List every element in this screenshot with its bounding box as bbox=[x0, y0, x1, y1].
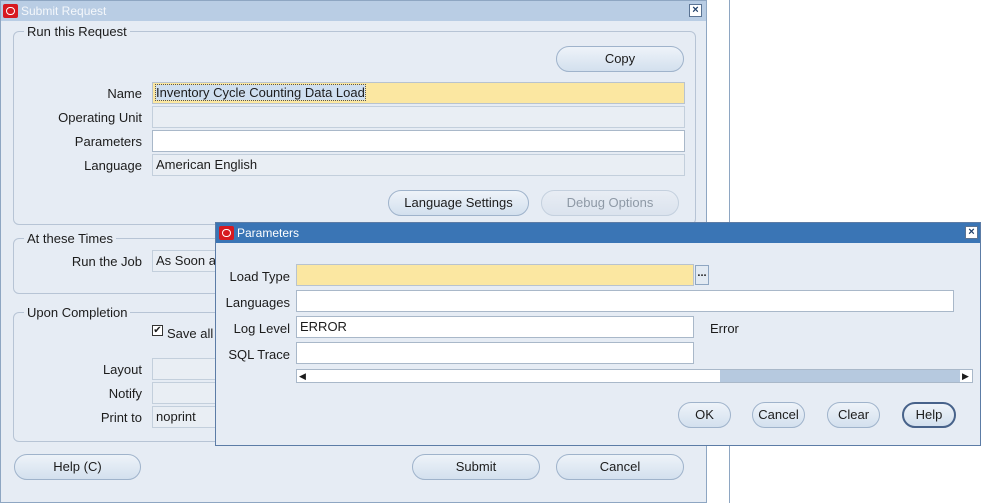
run-request-group-title: Run this Request bbox=[24, 24, 130, 39]
languages-label: Languages bbox=[225, 295, 290, 310]
debug-options-button[interactable]: Debug Options bbox=[541, 190, 679, 216]
name-field[interactable]: Inventory Cycle Counting Data Load bbox=[152, 82, 685, 104]
name-label: Name bbox=[107, 86, 142, 101]
close-icon[interactable]: × bbox=[689, 4, 702, 17]
background-divider-lower bbox=[729, 446, 730, 503]
params-help-button[interactable]: Help bbox=[902, 402, 956, 428]
copy-button[interactable]: Copy bbox=[556, 46, 684, 72]
ok-button[interactable]: OK bbox=[678, 402, 731, 428]
load-type-label: Load Type bbox=[229, 269, 290, 284]
parameters-window: Parameters × Load Type ... Languages Log… bbox=[215, 222, 981, 446]
background-divider bbox=[729, 0, 730, 222]
load-type-field[interactable] bbox=[296, 264, 694, 286]
completion-group-title: Upon Completion bbox=[24, 305, 131, 320]
log-level-description: Error bbox=[710, 321, 739, 336]
lov-ellipsis-icon[interactable]: ... bbox=[695, 265, 709, 285]
log-level-label: Log Level bbox=[233, 321, 290, 336]
oracle-logo-icon bbox=[3, 4, 18, 18]
help-button[interactable]: Help (C) bbox=[14, 454, 141, 480]
sql-trace-label: SQL Trace bbox=[228, 347, 290, 362]
submit-request-title: Submit Request bbox=[21, 4, 107, 18]
clear-button[interactable]: Clear bbox=[827, 402, 880, 428]
languages-field[interactable] bbox=[296, 290, 954, 312]
save-all-checkbox[interactable]: ✔ bbox=[152, 325, 163, 336]
save-all-label: Save all bbox=[167, 326, 214, 341]
name-field-value: Inventory Cycle Counting Data Load bbox=[155, 84, 366, 101]
run-job-label: Run the Job bbox=[71, 254, 142, 269]
submit-request-titlebar[interactable]: Submit Request × bbox=[1, 1, 706, 21]
scroll-thumb[interactable] bbox=[720, 370, 960, 382]
parameters-label: Parameters bbox=[74, 134, 142, 149]
close-icon[interactable]: × bbox=[965, 226, 978, 239]
times-group-title: At these Times bbox=[24, 231, 116, 246]
cancel-button[interactable]: Cancel bbox=[556, 454, 684, 480]
operating-unit-label: Operating Unit bbox=[58, 110, 142, 125]
operating-unit-field[interactable] bbox=[152, 106, 685, 128]
horizontal-scrollbar[interactable]: ◀ ▶ bbox=[296, 369, 973, 383]
notify-label: Notify bbox=[108, 386, 142, 401]
parameters-field[interactable] bbox=[152, 130, 685, 152]
language-settings-button[interactable]: Language Settings bbox=[388, 190, 529, 216]
language-label: Language bbox=[84, 158, 142, 173]
scroll-right-icon[interactable]: ▶ bbox=[962, 370, 969, 382]
params-cancel-button[interactable]: Cancel bbox=[752, 402, 805, 428]
print-to-label: Print to bbox=[100, 410, 142, 425]
layout-label: Layout bbox=[102, 362, 142, 377]
oracle-logo-icon bbox=[219, 226, 234, 240]
sql-trace-field[interactable] bbox=[296, 342, 694, 364]
submit-button[interactable]: Submit bbox=[412, 454, 540, 480]
log-level-field[interactable]: ERROR bbox=[296, 316, 694, 338]
language-field[interactable]: American English bbox=[152, 154, 685, 176]
scroll-left-icon[interactable]: ◀ bbox=[299, 370, 306, 382]
parameters-titlebar[interactable]: Parameters × bbox=[216, 223, 980, 243]
parameters-title: Parameters bbox=[237, 226, 300, 240]
